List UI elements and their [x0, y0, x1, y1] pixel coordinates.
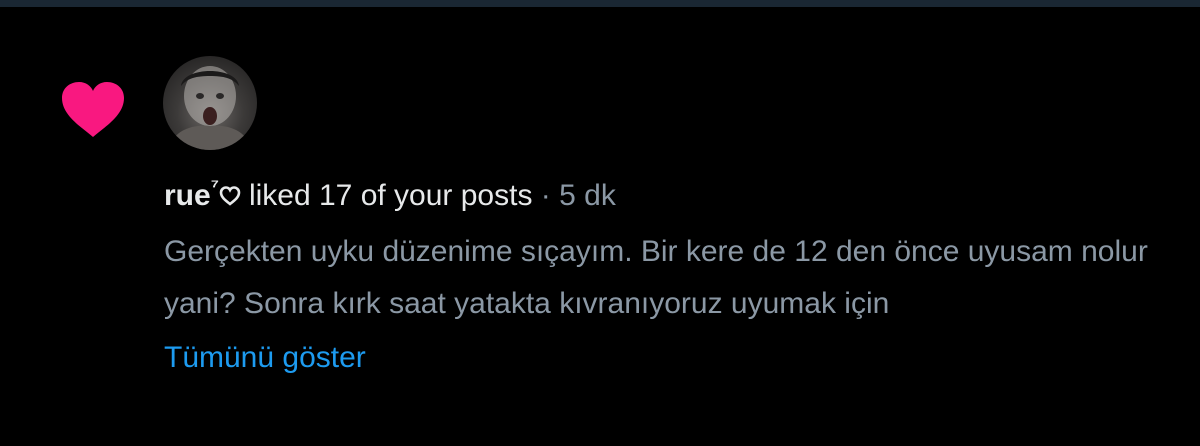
- notification-headline: rue⁷ liked 17 of your posts · 5 dk: [164, 167, 1164, 216]
- show-more-link[interactable]: Tümünü göster: [164, 338, 366, 378]
- post-preview-text: Gerçekten uyku düzenime sıçayım. Bir ker…: [164, 235, 1148, 320]
- notification-content: rue⁷ liked 17 of your posts · 5 dk Gerçek…: [164, 167, 1164, 378]
- avatar[interactable]: [163, 56, 257, 150]
- heart-outline-icon: [219, 186, 241, 206]
- user-name-link[interactable]: rue: [164, 179, 211, 212]
- heart-icon: [62, 82, 124, 137]
- top-edge-divider: [0, 0, 1200, 7]
- user-name-superscript: ⁷: [210, 176, 219, 198]
- action-text: liked 17 of your posts: [248, 179, 533, 212]
- notification-item[interactable]: rue⁷ liked 17 of your posts · 5 dk Gerçek…: [0, 7, 1200, 446]
- timestamp: 5 dk: [559, 179, 616, 212]
- time-separator: ·: [540, 179, 551, 212]
